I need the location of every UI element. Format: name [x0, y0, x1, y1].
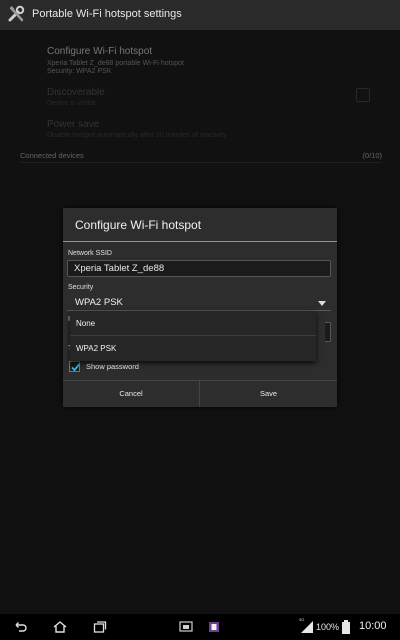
security-label: Security	[68, 284, 94, 291]
dropdown-arrow-icon	[318, 301, 326, 306]
cancel-button[interactable]: Cancel	[63, 381, 200, 407]
checkmark-icon	[71, 363, 81, 372]
ssid-label: Network SSID	[68, 250, 112, 257]
battery-percent: 100%	[316, 622, 340, 632]
security-option-wpa2-psk[interactable]: WPA2 PSK	[70, 336, 316, 361]
configure-hotspot-dialog: Configure Wi-Fi hotspot Network SSID Xpe…	[63, 208, 337, 407]
dialog-title-divider	[63, 241, 337, 242]
security-option-none[interactable]: None	[70, 311, 316, 336]
navigation-bar: 3G 100% 10:00	[0, 614, 400, 640]
recent-apps-icon[interactable]	[92, 619, 108, 635]
home-icon[interactable]	[52, 619, 68, 635]
back-icon[interactable]	[12, 619, 28, 635]
battery-icon	[341, 620, 357, 636]
security-select[interactable]: WPA2 PSK	[67, 294, 331, 311]
small-apps-icon[interactable]	[178, 619, 194, 635]
dialog-title: Configure Wi-Fi hotspot	[75, 218, 202, 232]
signal-icon	[300, 620, 316, 636]
show-password-label: Show password	[86, 362, 139, 371]
screen: Portable Wi-Fi hotspot settings Configur…	[0, 0, 400, 614]
save-button[interactable]: Save	[200, 381, 337, 407]
action-bar: Portable Wi-Fi hotspot settings	[0, 0, 400, 31]
page-title: Portable Wi-Fi hotspot settings	[32, 8, 182, 20]
show-password-checkbox[interactable]	[69, 361, 81, 372]
tools-icon[interactable]	[7, 5, 27, 25]
ssid-input[interactable]: Xperia Tablet Z_de88	[67, 260, 331, 277]
app-notification-icon[interactable]	[206, 619, 222, 635]
security-selected-value: WPA2 PSK	[75, 297, 123, 308]
security-dropdown: None WPA2 PSK	[70, 311, 316, 361]
dialog-button-bar: Cancel Save	[63, 380, 337, 407]
password-input[interactable]	[325, 322, 331, 342]
clock: 10:00	[359, 620, 387, 632]
